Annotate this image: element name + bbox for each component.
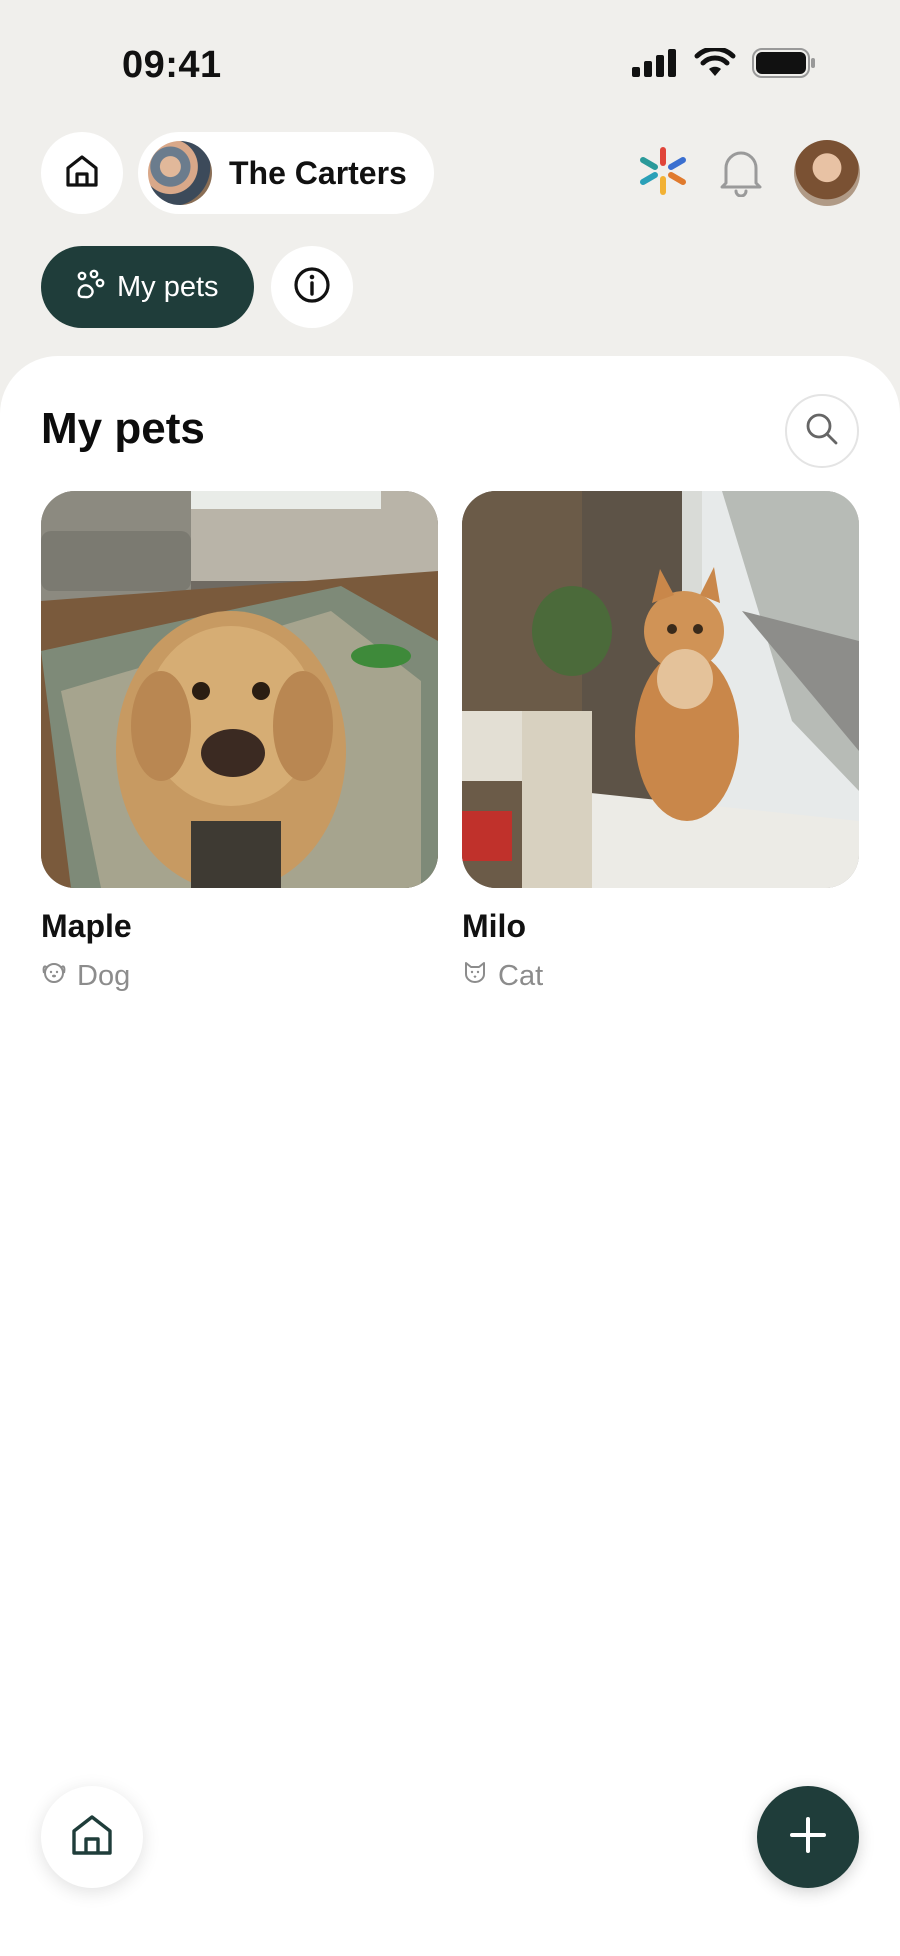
search-button[interactable] <box>785 394 859 468</box>
header-actions <box>638 130 860 216</box>
status-icons <box>632 46 816 83</box>
info-icon <box>293 266 331 309</box>
family-name: The Carters <box>229 154 407 191</box>
bottom-home-button[interactable] <box>41 1786 143 1888</box>
content-sheet: My pets Maple Dog Milo Cat <box>0 356 900 1956</box>
paw-icon <box>73 269 105 306</box>
signal-icon <box>632 49 678 82</box>
cat-face-icon <box>462 959 488 993</box>
pet-photo-cat <box>462 491 859 888</box>
pet-type: Dog <box>41 959 438 993</box>
pet-name: Milo <box>462 908 526 944</box>
my-pets-tab[interactable]: My pets <box>41 246 254 328</box>
pet-name: Maple <box>41 908 132 944</box>
status-time: 09:41 <box>122 44 222 86</box>
profile-avatar[interactable] <box>794 140 860 206</box>
pet-type-label: Dog <box>77 959 131 992</box>
pet-type-label: Cat <box>498 959 544 992</box>
pet-card[interactable]: Milo Cat <box>462 491 859 993</box>
family-switcher[interactable]: The Carters <box>138 132 434 214</box>
app-header: The Carters <box>0 130 900 216</box>
bell-icon[interactable] <box>716 145 766 202</box>
wifi-icon <box>694 46 736 83</box>
status-bar: 09:41 <box>0 0 900 120</box>
pet-photo-dog <box>41 491 438 888</box>
page-title: My pets <box>41 404 205 453</box>
home-icon <box>63 152 101 195</box>
dog-face-icon <box>41 959 67 993</box>
battery-icon <box>752 48 816 83</box>
my-pets-tab-label: My pets <box>117 270 219 303</box>
plus-icon <box>788 1815 828 1860</box>
pet-card[interactable]: Maple Dog <box>41 491 438 993</box>
pet-type: Cat <box>462 959 859 993</box>
sparkle-icon[interactable] <box>638 146 688 201</box>
home-button[interactable] <box>41 132 123 214</box>
add-pet-button[interactable] <box>757 1786 859 1888</box>
family-avatar <box>148 141 212 205</box>
info-button[interactable] <box>271 246 353 328</box>
search-icon <box>804 411 840 452</box>
home-icon <box>69 1812 115 1863</box>
